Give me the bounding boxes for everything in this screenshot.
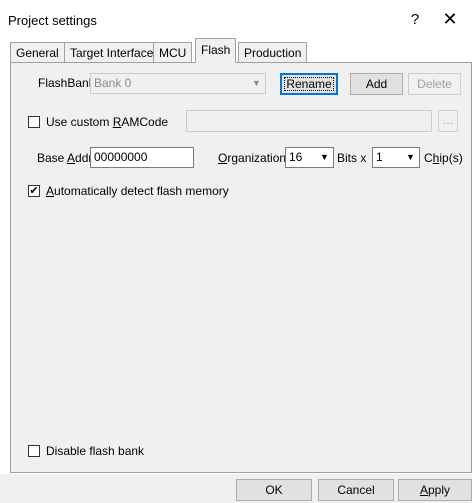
add-button[interactable]: Add	[350, 73, 403, 95]
ramcode-path-input[interactable]	[186, 110, 432, 132]
organization-label-accel: O	[218, 151, 228, 165]
tab-flash[interactable]: Flash	[195, 38, 237, 63]
auto-detect-label-rest: utomatically detect flash memory	[54, 184, 229, 198]
browse-button[interactable]: ...	[438, 110, 458, 132]
help-button[interactable]: ?	[406, 11, 424, 28]
rename-button[interactable]: Rename	[280, 73, 338, 95]
apply-button[interactable]: Apply	[398, 479, 472, 501]
flashbank-select[interactable]: Bank 0 ▼	[90, 73, 266, 94]
delete-button[interactable]: Delete	[408, 73, 461, 95]
bits-label: Bits x	[337, 151, 367, 165]
base-addr-input[interactable]: 00000000	[90, 147, 194, 168]
organization-label-rest: rganization	[227, 151, 287, 165]
chevron-down-icon: ▼	[252, 78, 261, 88]
base-addr-label-part1: Base	[37, 151, 68, 165]
organization-value: 16	[289, 150, 303, 164]
auto-detect-label-accel: A	[46, 184, 55, 198]
chips-value: 1	[376, 150, 383, 164]
disable-flash-bank-checkbox[interactable]	[28, 445, 40, 457]
flashbank-selected-value: Bank 0	[94, 76, 132, 90]
window-title: Project settings	[8, 13, 97, 28]
disable-flash-bank-label: Disable flash bank	[46, 444, 145, 458]
chevron-down-icon: ▼	[406, 152, 415, 162]
flashbank-label: FlashBank	[38, 76, 95, 90]
auto-detect-checkbox[interactable]: ✔	[28, 185, 40, 197]
ramcode-label-part1: Use custom	[46, 115, 113, 129]
ramcode-label-part2: AMCode	[121, 115, 169, 129]
auto-detect-label: Automatically detect flash memory	[46, 184, 229, 198]
focus-rectangle	[284, 77, 334, 91]
tab-target-interface[interactable]: Target Interface	[64, 42, 160, 63]
apply-label-accel: A	[419, 483, 428, 497]
tab-mcu[interactable]: MCU	[153, 42, 193, 63]
chips-select[interactable]: 1 ▼	[372, 147, 420, 168]
cancel-button[interactable]: Cancel	[318, 479, 394, 501]
organization-label: Organization	[218, 151, 286, 165]
base-addr-label-accel: A	[67, 151, 76, 165]
organization-select[interactable]: 16 ▼	[285, 147, 334, 168]
chevron-down-icon: ▼	[320, 152, 329, 162]
chips-label: Chip(s)	[424, 151, 463, 165]
use-custom-ramcode-checkbox[interactable]	[28, 116, 40, 128]
base-addr-label: Base Addr	[37, 151, 92, 165]
chips-label-part2: ip(s)	[439, 151, 463, 165]
tab-production[interactable]: Production	[238, 42, 308, 63]
apply-label-rest: pply	[428, 483, 451, 497]
use-custom-ramcode-label: Use custom RAMCode	[46, 115, 168, 129]
ok-button[interactable]: OK	[236, 479, 312, 501]
close-button[interactable]: ✕	[438, 9, 462, 30]
chips-label-part1: C	[424, 151, 433, 165]
tab-general[interactable]: General	[10, 42, 65, 63]
